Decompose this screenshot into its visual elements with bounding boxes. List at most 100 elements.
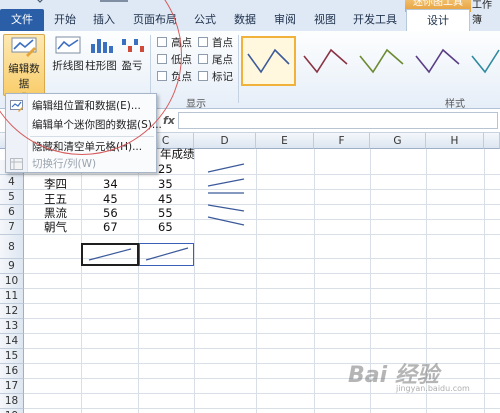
grid-line bbox=[24, 174, 500, 175]
cell-b4[interactable]: 34 bbox=[103, 177, 118, 191]
win-loss-button[interactable]: 盈亏 bbox=[117, 34, 147, 96]
column-header-d[interactable]: D bbox=[194, 133, 256, 149]
grid-line bbox=[24, 234, 500, 235]
function-icon[interactable]: fx bbox=[163, 114, 175, 127]
win-loss-icon bbox=[122, 39, 144, 52]
sparkline-b8 bbox=[88, 248, 132, 261]
cell-a5[interactable]: 王五 bbox=[44, 192, 67, 206]
grid-line bbox=[24, 273, 500, 274]
row-header[interactable]: 18 bbox=[0, 394, 24, 409]
low-point-checkbox[interactable]: 低点 bbox=[157, 53, 192, 67]
style-option[interactable] bbox=[299, 36, 354, 86]
tab-view[interactable]: 视图 bbox=[308, 9, 342, 31]
row-header[interactable]: 17 bbox=[0, 379, 24, 394]
selected-sparkline-cell-b8[interactable] bbox=[81, 243, 139, 266]
cell-b7[interactable]: 67 bbox=[103, 220, 118, 234]
cell-c4[interactable]: 35 bbox=[158, 177, 173, 191]
edit-data-button[interactable]: 编辑数据 ▾ bbox=[3, 34, 45, 99]
column-sparkline-button[interactable]: 柱形图 bbox=[85, 34, 117, 96]
negative-point-checkbox[interactable]: 负点 bbox=[157, 70, 192, 84]
first-point-checkbox[interactable]: 首点 bbox=[198, 36, 233, 50]
style-preview-icon bbox=[247, 48, 290, 74]
tab-home[interactable]: 开始 bbox=[48, 9, 82, 31]
sparkline-d3[interactable] bbox=[204, 160, 248, 174]
checkbox-box bbox=[157, 54, 167, 64]
cell-a6[interactable]: 黑流 bbox=[44, 206, 67, 220]
negative-point-label: 负点 bbox=[171, 71, 192, 83]
row-header[interactable]: 14 bbox=[0, 334, 24, 349]
row-header[interactable]: 6 bbox=[0, 205, 24, 220]
markers-checkbox[interactable]: 标记 bbox=[198, 70, 233, 84]
selected-sparkline-cell-c8[interactable] bbox=[139, 243, 194, 266]
tab-design[interactable]: 设计 bbox=[406, 9, 470, 32]
checkbox-box bbox=[198, 37, 208, 47]
row-header[interactable]: 7 bbox=[0, 220, 24, 235]
line-sparkline-button[interactable]: 折线图 bbox=[52, 34, 84, 96]
style-option[interactable] bbox=[241, 36, 296, 86]
excel-window: 迷你图工具 工作簿 文件 开始 插入 页面布局 公式 数据 审阅 视图 开发工具… bbox=[0, 0, 500, 413]
sparkline-d5[interactable] bbox=[204, 186, 248, 200]
style-option[interactable] bbox=[411, 36, 466, 86]
row-header[interactable]: 8 bbox=[0, 235, 24, 259]
tab-insert[interactable]: 插入 bbox=[86, 9, 122, 31]
column-header-f[interactable]: F bbox=[314, 133, 370, 149]
cell-c5[interactable]: 45 bbox=[158, 192, 173, 206]
formula-input[interactable] bbox=[178, 112, 498, 129]
menu-item-label: 编辑单个迷你图的数据(S)... bbox=[32, 119, 162, 131]
row-header[interactable]: 12 bbox=[0, 304, 24, 319]
menu-item-switch-row-column: 切换行/列(W) bbox=[6, 155, 156, 173]
cell-c6[interactable]: 55 bbox=[158, 206, 173, 220]
cell-a4[interactable]: 李四 bbox=[44, 177, 67, 191]
cell-a7[interactable]: 朝气 bbox=[44, 220, 67, 234]
sparkline-style-gallery bbox=[241, 36, 500, 86]
row-header[interactable]: 10 bbox=[0, 274, 24, 289]
group-divider bbox=[238, 35, 239, 103]
cell-c2-header[interactable]: 年成绩 bbox=[160, 147, 195, 161]
cell-b5[interactable]: 45 bbox=[103, 192, 118, 206]
show-group-label: 显示 bbox=[186, 99, 206, 110]
row-header[interactable]: 5 bbox=[0, 190, 24, 205]
row-header[interactable]: 9 bbox=[0, 259, 24, 274]
sparkline-d7[interactable] bbox=[204, 214, 248, 228]
tab-review[interactable]: 审阅 bbox=[268, 9, 302, 31]
menu-item-label: 切换行/列(W) bbox=[32, 158, 97, 170]
tab-developer[interactable]: 开发工具 bbox=[347, 9, 403, 31]
cell-b6[interactable]: 56 bbox=[103, 206, 118, 220]
row-header[interactable]: 4 bbox=[0, 175, 24, 190]
column-header-g[interactable]: G bbox=[370, 133, 426, 149]
tab-page-layout[interactable]: 页面布局 bbox=[128, 9, 182, 31]
grid-line bbox=[24, 318, 500, 319]
row-header[interactable]: 15 bbox=[0, 349, 24, 364]
edit-data-label: 编辑数据 bbox=[8, 63, 40, 90]
quick-access-toolbar[interactable] bbox=[30, 0, 140, 6]
column-header-h[interactable]: H bbox=[426, 133, 484, 149]
row-header[interactable]: 13 bbox=[0, 319, 24, 334]
checkbox-box bbox=[157, 71, 167, 81]
last-point-checkbox[interactable]: 尾点 bbox=[198, 53, 233, 67]
menu-item-edit-single-sparkline-data[interactable]: 编辑单个迷你图的数据(S)... bbox=[6, 116, 162, 134]
tab-file[interactable]: 文件 bbox=[0, 9, 44, 31]
tab-formulas[interactable]: 公式 bbox=[188, 9, 222, 31]
style-preview-icon bbox=[471, 49, 500, 74]
cell-c7[interactable]: 65 bbox=[158, 220, 173, 234]
menu-item-edit-group-location-data[interactable]: 编辑组位置和数据(E)... bbox=[6, 97, 156, 115]
row-header[interactable]: 11 bbox=[0, 289, 24, 304]
grid-line bbox=[24, 189, 500, 190]
style-option[interactable] bbox=[467, 36, 500, 86]
cell-c3[interactable]: 25 bbox=[158, 162, 173, 176]
ribbon-tabs: 文件 开始 插入 页面布局 公式 数据 审阅 视图 开发工具 设计 bbox=[0, 9, 500, 32]
row-header[interactable]: 16 bbox=[0, 364, 24, 379]
switch-row-column-icon bbox=[10, 158, 23, 170]
grid-line bbox=[24, 219, 500, 220]
tab-data[interactable]: 数据 bbox=[228, 9, 262, 31]
sparkline-d6[interactable] bbox=[204, 201, 248, 215]
column-sparkline-label: 柱形图 bbox=[85, 60, 117, 72]
style-group-label: 样式 bbox=[445, 99, 465, 110]
menu-item-hidden-empty-cells[interactable]: 隐藏和清空单元格(H)... bbox=[6, 138, 156, 156]
line-chart-icon bbox=[55, 36, 81, 54]
column-header-e[interactable]: E bbox=[256, 133, 314, 149]
column-header-next[interactable] bbox=[484, 133, 500, 149]
row-header[interactable]: 19 bbox=[0, 409, 24, 413]
high-point-checkbox[interactable]: 高点 bbox=[157, 36, 192, 50]
style-option[interactable] bbox=[355, 36, 410, 86]
